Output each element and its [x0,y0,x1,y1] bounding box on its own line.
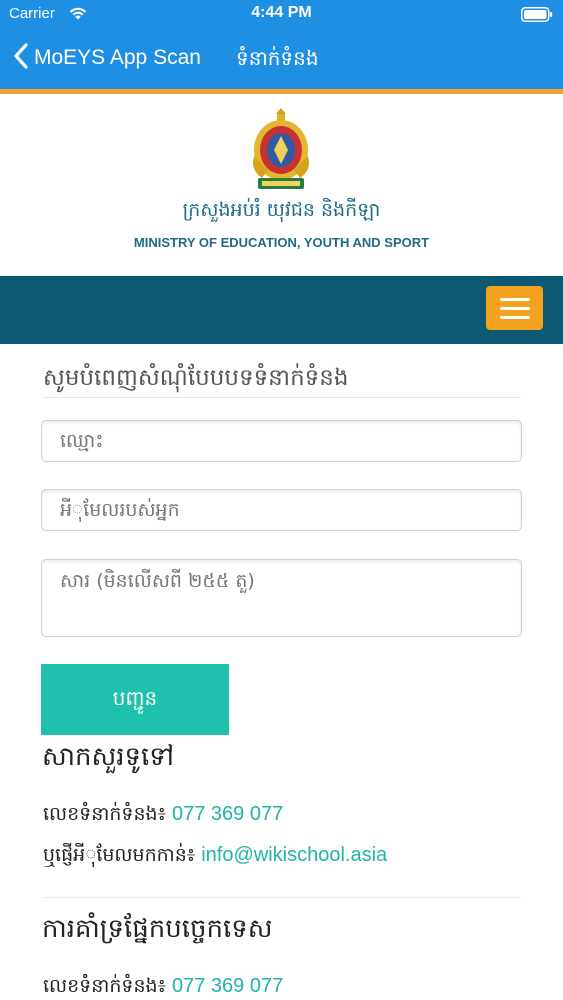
name-field[interactable] [41,420,522,462]
form-title: សូមបំពេញសំណុំបែបបទទំនាក់ទំនង [43,365,349,391]
general-inquiry-heading: សាកសួរទូទៅ [42,742,175,772]
ministry-header: ក្រសួងអប់រំ យុវជន និងកីឡា MINISTRY OF ED… [0,94,563,276]
status-bar: Carrier 4:44 PM [0,0,563,30]
back-button[interactable]: MoEYS App Scan [14,38,201,78]
submit-button[interactable]: បញ្ជូន [41,664,229,735]
navigation-bar: Carrier 4:44 PM MoEYS App Scan ទំនាក់ទំន… [0,0,563,89]
menu-band [0,276,563,344]
tech-phone-line: លេខទំនាក់ទំនង៖ 077 369 077 [43,974,283,1000]
phone-link[interactable]: 077 369 077 [172,803,283,825]
general-phone-line: លេខទំនាក់ទំនង៖ 077 369 077 [43,802,283,830]
ministry-name-english: MINISTRY OF EDUCATION, YOUTH AND SPORT [133,235,430,250]
ministry-name-khmer: ក្រសួងអប់រំ យុវជន និងកីឡា [182,199,381,221]
back-label: MoEYS App Scan [34,46,201,69]
hamburger-icon [500,316,530,319]
phone-label: លេខទំនាក់ទំនង៖ [43,975,166,997]
clock: 4:44 PM [251,4,312,21]
page-title: ទំនាក់ទំនង [236,46,319,70]
message-field[interactable] [41,559,522,637]
divider [43,897,521,898]
tech-support-heading: ការគាំទ្រផ្នែកបច្ចេកទេស [42,914,273,944]
email-label: ឬផ្ញើអីុមែលមកកាន់៖ [43,844,196,866]
ministry-emblem-icon [248,106,314,196]
phone-label: លេខទំនាក់ទំនង៖ [43,803,166,825]
battery-icon [521,7,553,26]
menu-button[interactable] [486,286,543,330]
general-email-line: ឬផ្ញើអីុមែលមកកាន់៖ info@wikischool.asia [43,843,387,871]
hamburger-icon [500,298,530,301]
nav-row: MoEYS App Scan ទំនាក់ទំនង [0,38,563,78]
hamburger-icon [500,307,530,310]
divider [43,397,521,398]
email-field[interactable] [41,489,522,531]
phone-link[interactable]: 077 369 077 [172,975,283,997]
email-link[interactable]: info@wikischool.asia [201,844,387,866]
chevron-left-icon [14,43,28,73]
